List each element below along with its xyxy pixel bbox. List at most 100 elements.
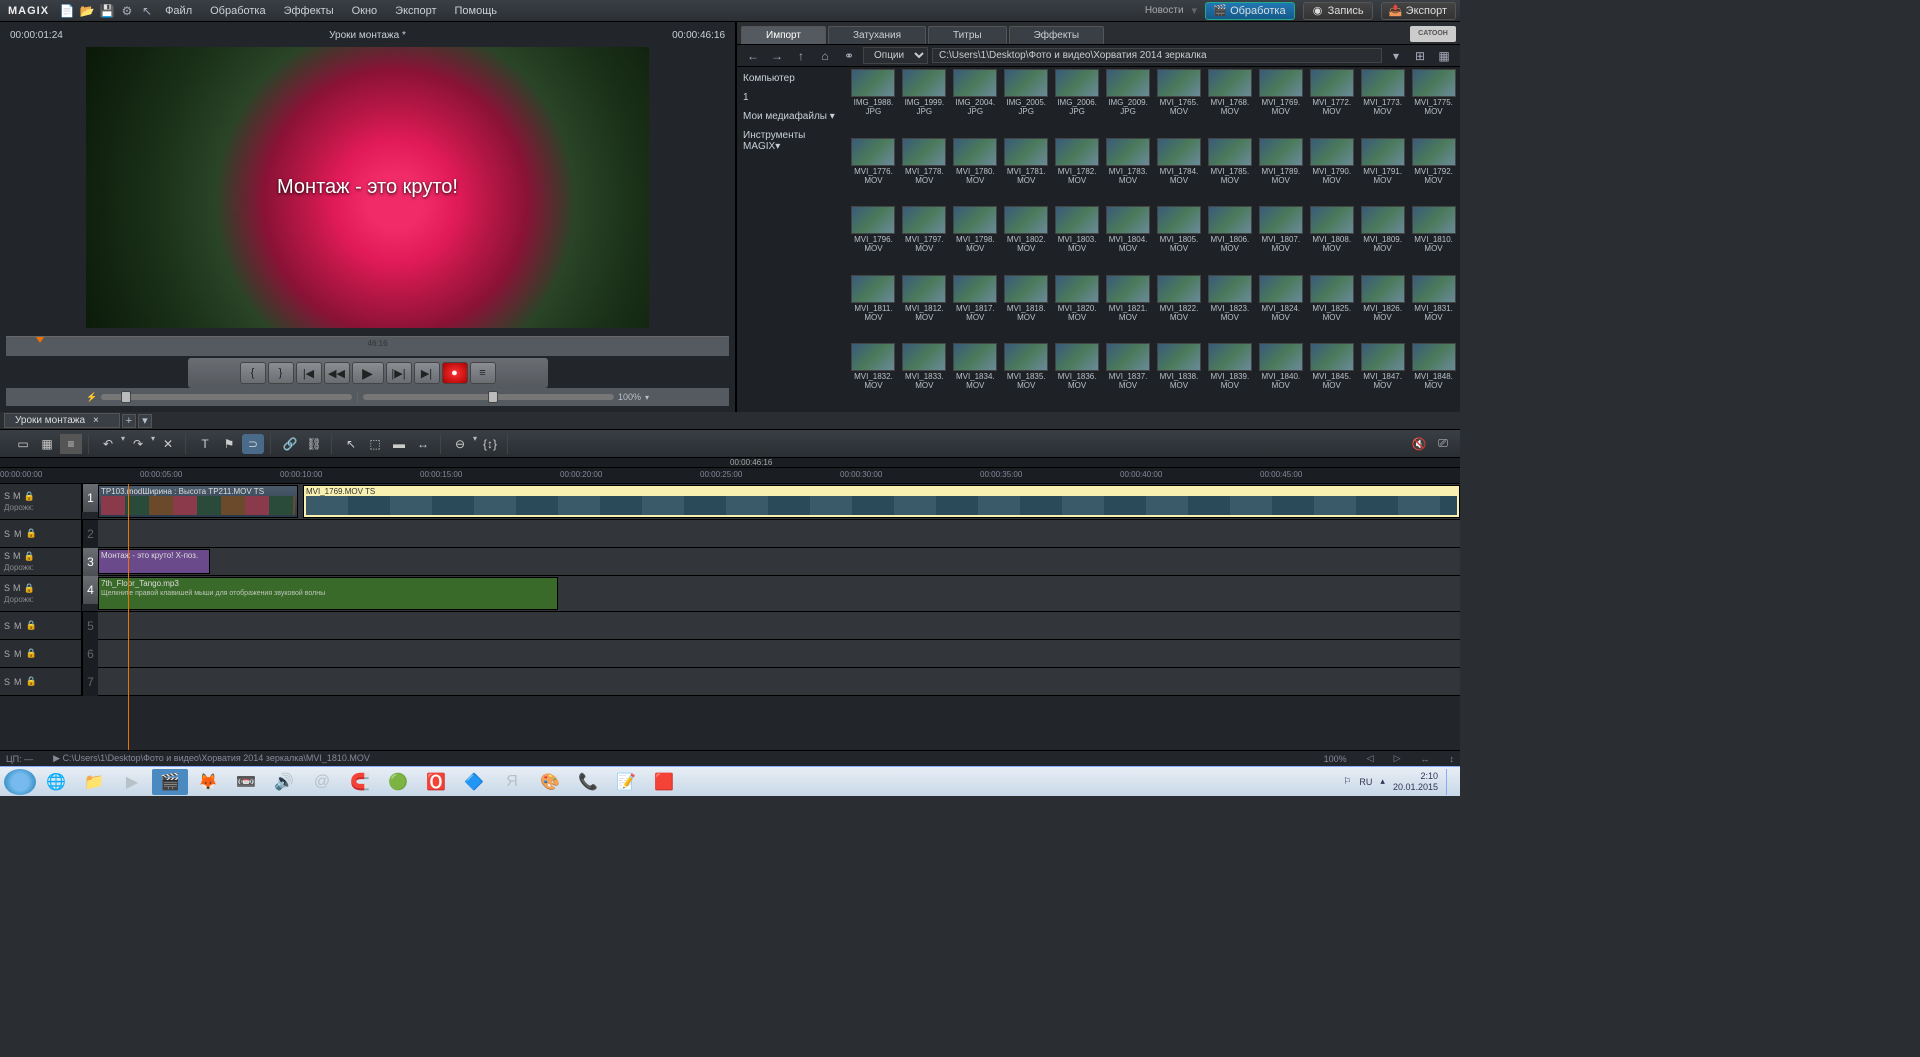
track-content[interactable]: TP103.modШирина : Высота TP211.MOV TS MV… [98,484,1460,519]
record-button[interactable]: ● [442,362,468,384]
timeline-mini-ruler[interactable]: 00:00:46:16 [0,458,1460,468]
media-thumb[interactable]: MVI_1797.MOV [900,206,949,273]
view-storyboard-icon[interactable]: ▭ [12,434,34,454]
media-thumb[interactable]: MVI_1775.MOV [1409,69,1458,136]
stretch-icon[interactable]: ↔ [412,434,434,454]
taskbar-firefox-icon[interactable]: 🦊 [190,769,226,795]
media-thumb[interactable]: MVI_1790.MOV [1307,138,1356,205]
prev-frame-button[interactable]: ◀◀ [324,362,350,384]
zoom-slider[interactable] [363,394,614,400]
media-thumb[interactable]: MVI_1792.MOV [1409,138,1458,205]
media-thumb[interactable]: MVI_1820.MOV [1053,275,1102,342]
taskbar-icq-icon[interactable]: 🟢 [380,769,416,795]
zoom-in-icon[interactable]: ▷ [1394,753,1401,764]
menu-help[interactable]: Помощь [447,3,506,19]
path-dropdown-icon[interactable]: ▾ [1386,47,1406,65]
speed-slider[interactable] [101,394,352,400]
tray-clock[interactable]: 2:10 20.01.2015 [1393,771,1438,793]
side-tools[interactable]: Инструменты MAGIX▾ [743,130,841,152]
title-clip[interactable]: Монтаж - это круто! X-поз. [98,549,210,574]
side-computer[interactable]: Компьютер [743,73,841,84]
media-thumb[interactable]: MVI_1824.MOV [1256,275,1305,342]
taskbar-sound-icon[interactable]: 🔊 [266,769,302,795]
list-button[interactable]: ≡ [470,362,496,384]
fit-h-icon[interactable]: ↔ [1421,754,1430,764]
news-link[interactable]: Новости [1145,5,1184,16]
media-thumb[interactable]: MVI_1768.MOV [1205,69,1254,136]
select-single-icon[interactable]: ⬚ [364,434,386,454]
media-thumb[interactable]: MVI_1806.MOV [1205,206,1254,273]
timeline-ruler[interactable]: 00:00:00:0000:00:05:0000:00:10:0000:00:1… [0,468,1460,484]
taskbar-skype-icon[interactable]: 📞 [570,769,606,795]
media-thumb[interactable]: MVI_1808.MOV [1307,206,1356,273]
media-thumb[interactable]: MVI_1825.MOV [1307,275,1356,342]
media-thumb[interactable]: IMG_2006.JPG [1053,69,1102,136]
tab-transitions[interactable]: Затухания [828,26,926,44]
lock-icon[interactable]: 🔒 [24,551,35,562]
view-b-icon[interactable]: ▦ [1434,47,1454,65]
media-thumb[interactable]: MVI_1807.MOV [1256,206,1305,273]
media-thumb[interactable]: IMG_1988.JPG [849,69,898,136]
media-thumb[interactable]: MVI_1826.MOV [1358,275,1407,342]
arrow-tool-icon[interactable]: ↖ [340,434,362,454]
media-thumb[interactable]: MVI_1833.MOV [900,343,949,410]
media-thumb[interactable]: IMG_2005.JPG [1002,69,1051,136]
media-thumb[interactable]: MVI_1805.MOV [1155,206,1204,273]
undo-icon[interactable]: ↶ [97,434,119,454]
media-thumb[interactable]: MVI_1804.MOV [1104,206,1153,273]
media-thumb[interactable]: MVI_1810.MOV [1409,206,1458,273]
media-thumb[interactable]: MVI_1822.MOV [1155,275,1204,342]
media-thumb[interactable]: MVI_1783.MOV [1104,138,1153,205]
show-desktop-button[interactable] [1446,769,1456,795]
media-thumb[interactable]: MVI_1791.MOV [1358,138,1407,205]
side-mymedia[interactable]: Мои медиафайлы ▾ [743,111,841,122]
mode-export-button[interactable]: 📤Экспорт [1381,2,1456,20]
media-thumb[interactable]: MVI_1773.MOV [1358,69,1407,136]
preview-scrubber[interactable]: 46:16 [6,336,729,356]
media-thumb[interactable]: MVI_1798.MOV [951,206,1000,273]
play-button[interactable]: ▶ [352,362,384,384]
menu-window[interactable]: Окно [344,3,386,19]
cursor-icon[interactable]: ↖ [137,2,157,20]
media-thumb[interactable]: MVI_1834.MOV [951,343,1000,410]
media-thumb[interactable]: MVI_1765.MOV [1155,69,1204,136]
split-icon[interactable]: ⊃ [242,434,264,454]
add-timeline-button[interactable]: + [122,414,136,428]
menu-edit[interactable]: Обработка [202,3,273,19]
media-thumb[interactable]: MVI_1785.MOV [1205,138,1254,205]
lock-icon[interactable]: 🔒 [24,491,35,502]
view-timeline-icon[interactable]: ≡ [60,434,82,454]
audio-toggle-icon[interactable]: 🔇 [1408,434,1430,454]
taskbar-opera-icon[interactable]: 🅾️ [418,769,454,795]
view-a-icon[interactable]: ⊞ [1410,47,1430,65]
taskbar-mpc-icon[interactable]: 📼 [228,769,264,795]
mode-record-button[interactable]: ◉Запись [1303,2,1373,20]
view-scene-icon[interactable]: ▦ [36,434,58,454]
tray-flag-icon[interactable]: ⚐ [1343,776,1351,787]
save-icon[interactable]: 💾 [97,2,117,20]
media-thumb[interactable]: MVI_1782.MOV [1053,138,1102,205]
close-icon[interactable]: × [93,415,99,426]
range-start-button[interactable]: { [240,362,266,384]
media-thumb[interactable]: IMG_1999.JPG [900,69,949,136]
media-thumb[interactable]: MVI_1812.MOV [900,275,949,342]
mute-button[interactable]: M [13,491,21,502]
media-thumb[interactable]: MVI_1802.MOV [1002,206,1051,273]
nav-find-icon[interactable]: ⚭ [839,47,859,65]
start-button[interactable] [4,769,36,795]
magnet-icon[interactable]: ⊖ [449,434,471,454]
timeline-tab[interactable]: Уроки монтажа× [4,413,120,428]
mode-edit-button[interactable]: 🎬Обработка [1205,2,1294,20]
media-thumb[interactable]: MVI_1823.MOV [1205,275,1254,342]
nav-fwd-icon[interactable]: → [767,47,787,65]
open-icon[interactable]: 📂 [77,2,97,20]
audio-clip[interactable]: 7th_Floor_Tango.mp3 Щелкните правой клав… [98,577,558,610]
link-icon[interactable]: 🔗 [279,434,301,454]
taskbar-explorer-icon[interactable]: 📁 [76,769,112,795]
nav-up-icon[interactable]: ↑ [791,47,811,65]
taskbar-paint-icon[interactable]: 🎨 [532,769,568,795]
delete-icon[interactable]: ✕ [157,434,179,454]
taskbar-app1-icon[interactable]: 🔷 [456,769,492,795]
taskbar-yandex-icon[interactable]: Я [494,769,530,795]
tab-titles[interactable]: Титры [928,26,1007,44]
